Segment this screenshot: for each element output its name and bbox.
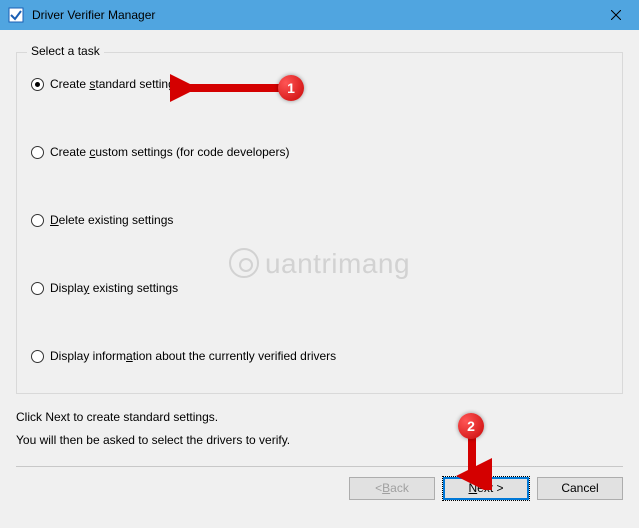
radio-icon	[31, 78, 44, 91]
annotation-arrow-1	[170, 72, 290, 102]
cancel-button[interactable]: Cancel	[537, 477, 623, 500]
radio-label: Display information about the currently …	[50, 349, 336, 363]
radio-label: Display existing settings	[50, 281, 178, 295]
info-line-2: You will then be asked to select the dri…	[16, 429, 623, 452]
radio-create-custom[interactable]: Create custom settings (for code develop…	[31, 145, 608, 159]
info-line-1: Click Next to create standard settings.	[16, 406, 623, 429]
window-titlebar: Driver Verifier Manager	[0, 0, 639, 30]
radio-icon	[31, 214, 44, 227]
close-icon	[611, 10, 621, 20]
window-close-button[interactable]	[593, 0, 639, 30]
window-title: Driver Verifier Manager	[32, 8, 155, 22]
annotation-badge-2: 2	[458, 413, 484, 439]
radio-list: Create standard settings Create custom s…	[31, 71, 608, 363]
task-groupbox: Select a task Create standard settings C…	[16, 52, 623, 394]
radio-delete-settings[interactable]: Delete existing settings	[31, 213, 608, 227]
annotation-arrow-2	[452, 432, 492, 490]
info-text: Click Next to create standard settings. …	[16, 406, 623, 452]
radio-label: Create custom settings (for code develop…	[50, 145, 289, 159]
radio-icon	[31, 350, 44, 363]
back-button[interactable]: < Back	[349, 477, 435, 500]
radio-display-settings[interactable]: Display existing settings	[31, 281, 608, 295]
dialog-client-area: Select a task Create standard settings C…	[0, 30, 639, 528]
radio-create-standard[interactable]: Create standard settings	[31, 77, 608, 91]
wizard-button-row: < Back Next > Cancel	[16, 477, 623, 500]
separator	[16, 466, 623, 467]
radio-icon	[31, 282, 44, 295]
groupbox-legend: Select a task	[27, 44, 104, 58]
radio-icon	[31, 146, 44, 159]
app-icon	[8, 7, 24, 23]
radio-label: Delete existing settings	[50, 213, 173, 227]
annotation-badge-1: 1	[278, 75, 304, 101]
radio-display-verified[interactable]: Display information about the currently …	[31, 349, 608, 363]
radio-label: Create standard settings	[50, 77, 181, 91]
